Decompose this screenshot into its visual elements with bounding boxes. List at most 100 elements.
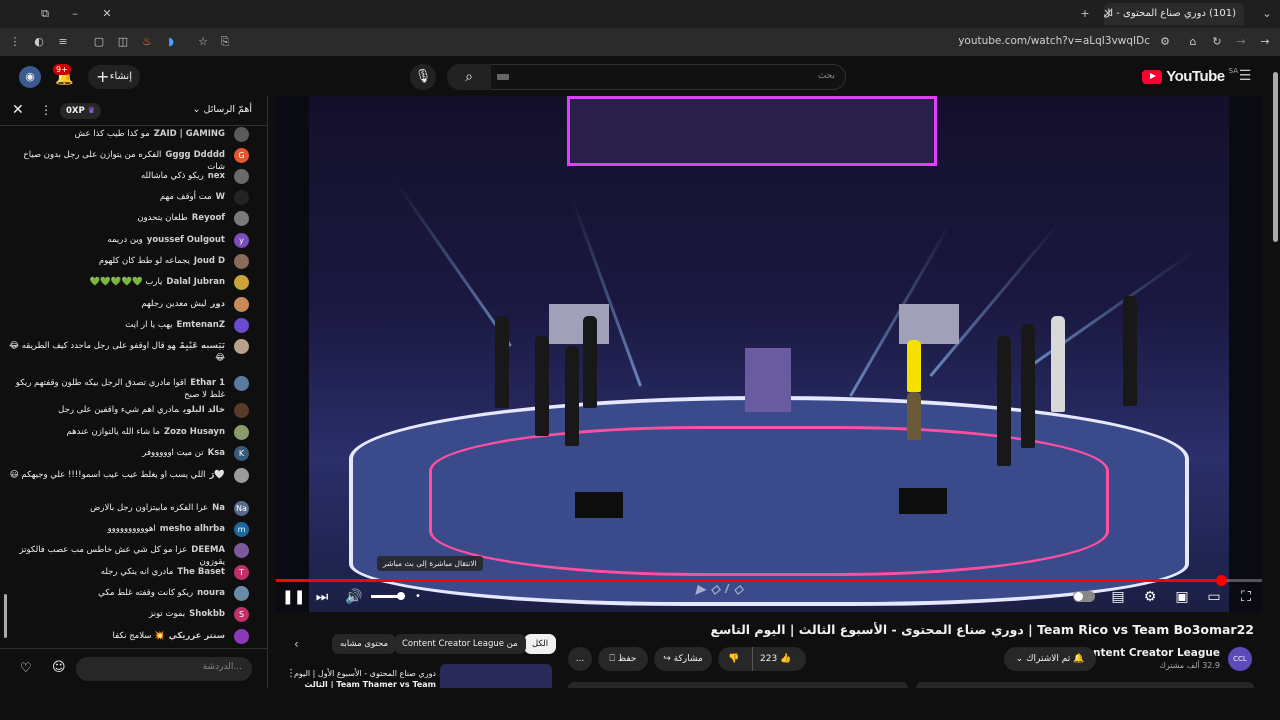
tab-list-icon[interactable]: ⌄ [1260, 7, 1274, 21]
chat-message[interactable]: Dalal Jubranيارب 💚💚💚💚💚 [90, 276, 225, 288]
chat-author[interactable]: mesho alhrba [160, 524, 225, 534]
site-settings-icon[interactable]: ⚙ [1158, 35, 1172, 49]
chat-message[interactable]: دورليش معدين رجلهم [141, 298, 225, 310]
page-scrollbar[interactable] [1270, 62, 1280, 688]
like-button[interactable]: 223 👍 [760, 647, 791, 671]
search-button[interactable]: ⌕ [447, 64, 491, 90]
chat-author[interactable]: دور [210, 299, 225, 309]
chat-author[interactable]: The Baset [177, 567, 225, 577]
subscribed-button[interactable]: 🔔 تم الاشتراك ⌄ [1004, 647, 1096, 671]
heart-icon[interactable]: ♡ [20, 661, 32, 676]
chat-message[interactable]: Shokbbبموت تونز [149, 608, 225, 620]
chat-author[interactable]: noura [197, 588, 225, 598]
chat-message[interactable]: Zozo Husayn ما شاء الله يالتوازن عندهم [67, 426, 225, 438]
autoplay-toggle[interactable] [1073, 591, 1095, 602]
puzzle-icon[interactable]: ▢ [92, 35, 106, 49]
chevron-left-icon[interactable]: ‹ [294, 637, 299, 651]
more-actions-button[interactable]: ... [568, 647, 592, 671]
chat-author[interactable]: ZAID | GAMING [154, 129, 225, 139]
chat-message[interactable]: ZAID | GAMING مو كذا طيب كذا عش [75, 128, 225, 140]
chat-message[interactable]: Ethar 1اقوا مادري تصدق الرجل بيكه طلون و… [9, 377, 225, 401]
chat-message[interactable]: EmtenanZ يهب يا ار ايت [125, 319, 225, 331]
url-text[interactable]: youtube.com/watch?v=aLqI3vwqIDc [958, 35, 1150, 47]
chat-author[interactable]: Ethar 1 [190, 378, 225, 388]
scrollbar-thumb[interactable] [1273, 72, 1278, 242]
pause-icon[interactable]: ❚❚ [282, 588, 305, 606]
chat-message[interactable]: Naعرا الفكره مابيتزاون رجل بالارض [90, 502, 225, 514]
progress-scrubber[interactable] [1215, 575, 1227, 586]
chat-author[interactable]: nex [208, 171, 225, 181]
forward-icon[interactable]: → [1234, 35, 1248, 49]
bookmark-star-icon[interactable]: ☆ [196, 35, 210, 49]
chat-author[interactable]: Dalal Jubran [166, 277, 225, 287]
browser-tab[interactable]: (101) دوري صناع المحتوى - ال [1104, 3, 1244, 25]
emoji-icon[interactable]: ☺ [52, 660, 66, 675]
chat-author[interactable]: Zozo Husayn [164, 427, 225, 437]
volume-handle[interactable] [397, 592, 405, 600]
chat-author[interactable]: خالد البلوي [183, 405, 225, 415]
next-icon[interactable]: ⏭ [312, 588, 332, 606]
channel-name[interactable]: Content Creator League [1078, 647, 1220, 659]
chat-author[interactable]: Gggg Ddddd [165, 150, 225, 160]
live-indicator[interactable]: • [408, 588, 428, 606]
audio-icon[interactable]: ◗ [164, 35, 178, 49]
avatar[interactable]: ◉ [19, 66, 41, 88]
theater-mode-icon[interactable]: ▭ [1204, 588, 1224, 606]
progress-bar[interactable] [276, 575, 1262, 586]
share-button[interactable]: مشاركة ↪ [654, 647, 712, 671]
video-player[interactable]: ▶ ◇ / ◇ [276, 96, 1262, 612]
minimize-icon[interactable]: – [68, 7, 82, 21]
hamburger-menu-icon[interactable]: ☰ [1238, 69, 1252, 83]
chat-author[interactable]: 🤍رَ [210, 470, 225, 480]
chat-menu-icon[interactable]: ⋮ [40, 103, 52, 117]
chat-message[interactable]: mesho alhrba اهوووووووووو [108, 523, 225, 535]
chat-author[interactable]: youssef Oulgout [147, 235, 225, 245]
save-button[interactable]: حفظ ⎕ [598, 647, 648, 671]
screenshot-icon[interactable]: ◫ [116, 35, 130, 49]
volume-icon[interactable]: 🔊 [344, 588, 364, 606]
chat-message[interactable]: nouraريكو كانت وقفته غلط مكي [98, 587, 225, 599]
chat-author[interactable]: Joud D [194, 256, 225, 266]
voice-search-button[interactable]: 🎙 [410, 64, 436, 90]
profile-icon[interactable]: ◐ [32, 35, 46, 49]
chat-mode-dropdown[interactable]: أهمّ الرسائل ⌄ [193, 104, 252, 115]
chat-message[interactable]: Reyoof طلعان يتحدون [137, 212, 225, 224]
chat-message[interactable]: nex ريكو ذكي ماشالله [141, 170, 225, 182]
cast-icon[interactable]: ⎘ [218, 35, 232, 49]
create-button[interactable]: + إنشاء [88, 65, 140, 89]
chip-from-channel[interactable]: من Content Creator League [394, 634, 526, 654]
close-window-icon[interactable]: ✕ [100, 7, 114, 21]
chat-author[interactable]: بَيَسبه عَبْيِمْ [180, 341, 225, 351]
chat-message[interactable]: سنتر عرريكي 💥 سلامج نكفا [113, 630, 225, 642]
chat-message[interactable]: The Basetمادري انه يتكي رجله [101, 566, 225, 578]
chip-similar[interactable]: محتوى مشابه [332, 634, 396, 654]
close-tab-icon[interactable]: ✕ [1101, 7, 1115, 21]
menu-dots-icon[interactable]: ⋮ [8, 35, 22, 49]
chat-author[interactable]: سنتر عرريكي [169, 631, 225, 641]
new-tab-icon[interactable]: + [1078, 7, 1092, 21]
chat-author[interactable]: DEEMA [191, 545, 225, 555]
chat-message[interactable]: Joud D يجماعه لو طط كان كلهوم [99, 255, 225, 267]
flame-icon[interactable]: ♨ [140, 35, 154, 49]
chat-message[interactable]: بَيَسبه عَبْيِمْهو قال اوقفو على رجل ماح… [9, 340, 225, 364]
xp-badge[interactable]: 0XP ♛ [60, 103, 102, 119]
chat-input[interactable]: الدردشة... [76, 657, 252, 681]
chip-all[interactable]: الكل [524, 634, 557, 654]
subtitles-icon[interactable]: ▤ [1108, 588, 1128, 606]
home-icon[interactable]: ⌂ [1186, 35, 1200, 49]
chat-message[interactable]: youssef Oulgout وين دريمه [107, 234, 225, 246]
settings-gear-icon[interactable]: ⚙ [1140, 588, 1160, 606]
chat-message[interactable]: خالد البلويمادري اهم شيء واقفين على رجل [58, 404, 225, 416]
chat-message[interactable]: DEEMAعزا مو كل شي عش خاطس مب عصب فالكوتز… [9, 544, 225, 568]
chat-message[interactable]: W مت أوقف مهم [160, 191, 225, 203]
keyboard-icon[interactable] [497, 74, 509, 80]
fullscreen-icon[interactable]: ⛶ [1236, 588, 1256, 606]
chat-author[interactable]: EmtenanZ [177, 320, 226, 330]
search-input[interactable]: بحث [490, 64, 846, 90]
channel-logo[interactable]: CCL [1228, 647, 1252, 671]
dislike-icon[interactable]: 👎 [728, 647, 739, 671]
chat-author[interactable]: W [216, 192, 225, 202]
chat-author[interactable]: Reyoof [192, 213, 225, 223]
youtube-logo[interactable]: YouTube SA [1142, 67, 1238, 85]
miniplayer-icon[interactable]: ▣ [1172, 588, 1192, 606]
